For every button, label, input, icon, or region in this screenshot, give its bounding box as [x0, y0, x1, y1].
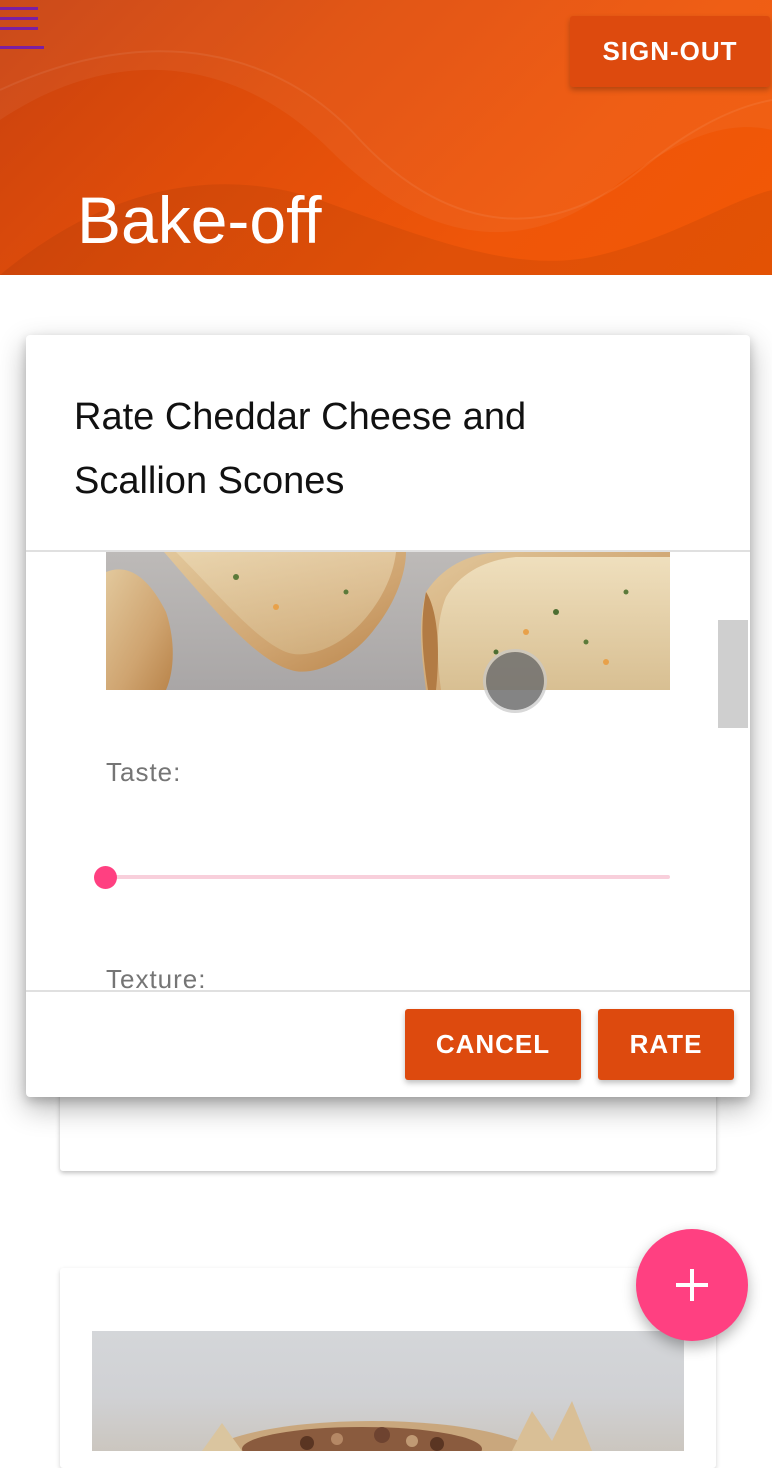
hamburger-line	[0, 17, 38, 20]
touch-ripple	[486, 652, 544, 710]
divider	[26, 990, 750, 992]
page-title: Bake-off	[77, 183, 322, 257]
hamburger-menu-icon	[0, 7, 38, 10]
dialog-content[interactable]: Taste: Texture:	[26, 552, 750, 990]
sign-out-button[interactable]: SIGN-OUT	[570, 16, 770, 87]
slider-track	[106, 875, 670, 879]
recipe-card	[60, 1268, 716, 1468]
app-header: SIGN-OUT Bake-off	[0, 0, 772, 275]
menu-button[interactable]	[0, 0, 46, 54]
texture-label: Texture:	[106, 964, 207, 990]
add-button[interactable]	[636, 1229, 748, 1341]
recipe-photo	[92, 1331, 684, 1451]
rate-button[interactable]: RATE	[598, 1009, 734, 1080]
pastry-image	[202, 1401, 592, 1451]
scone-image	[106, 552, 670, 690]
scrollbar-thumb[interactable]	[718, 620, 748, 728]
scone-photo	[106, 552, 670, 690]
plus-icon	[676, 1269, 708, 1301]
taste-label: Taste:	[106, 757, 182, 787]
rate-dialog: Rate Cheddar Cheese and Scallion Scones	[26, 335, 750, 1097]
cancel-button[interactable]: CANCEL	[405, 1009, 581, 1080]
taste-slider[interactable]	[94, 859, 672, 895]
menu-underline	[0, 46, 44, 49]
slider-thumb[interactable]	[94, 866, 117, 889]
dialog-title: Rate Cheddar Cheese and Scallion Scones	[74, 396, 527, 502]
hamburger-line	[0, 27, 38, 30]
